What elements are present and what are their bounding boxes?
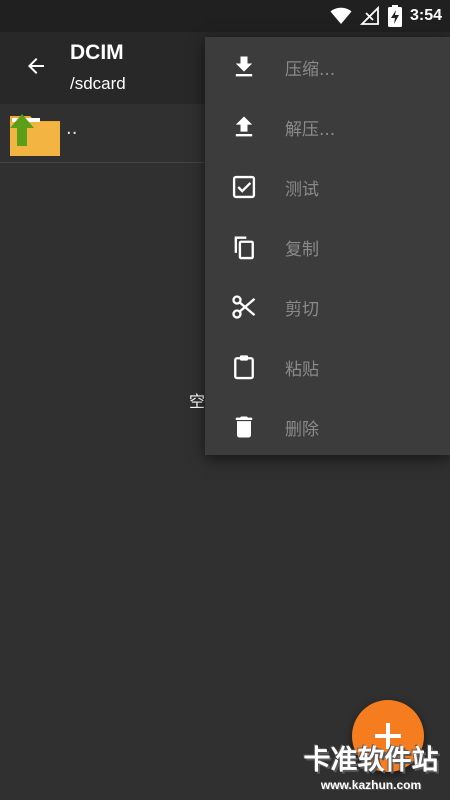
trash-icon	[235, 416, 253, 438]
toolbar-title: DCIM	[70, 41, 124, 64]
empty-state-text: 空	[189, 392, 206, 411]
watermark-url: www.kazhun.com	[320, 778, 422, 792]
watermark-title: 卡准软件站	[303, 745, 439, 776]
menu-item-paste[interactable]: 粘贴	[205, 337, 450, 397]
menu-item-test[interactable]: 测试	[205, 157, 450, 217]
clipboard-icon	[234, 355, 254, 380]
checkbox-icon	[232, 175, 256, 199]
context-menu: 压缩... 解压... 测试 复制 剪切 粘贴 删除	[205, 37, 450, 455]
menu-item-extract[interactable]: 解压...	[205, 97, 450, 157]
menu-item-delete[interactable]: 删除	[205, 397, 450, 457]
status-bar: 3:54	[0, 0, 450, 32]
battery-charging-icon	[387, 5, 402, 27]
screen: 3:54 DCIM /sdcard .. 空 压缩... 解压... 测试 复制…	[0, 0, 450, 800]
status-time: 3:54	[409, 7, 442, 24]
menu-item-label: 剪切	[285, 300, 319, 320]
menu-item-label: 复制	[285, 240, 319, 260]
arrow-left-icon	[28, 58, 44, 74]
back-button[interactable]	[14, 44, 58, 88]
menu-item-copy[interactable]: 复制	[205, 217, 450, 277]
menu-item-label: 压缩...	[285, 60, 336, 80]
status-icons: 3:54	[330, 4, 442, 28]
parent-directory-label: ..	[66, 118, 78, 139]
upload-icon	[235, 116, 253, 137]
copy-icon	[234, 236, 254, 260]
watermark: 卡准软件站 www.kazhun.com	[296, 745, 446, 793]
menu-item-label: 粘贴	[285, 360, 319, 380]
folder-up-icon	[10, 114, 60, 156]
signal-off-icon	[359, 6, 379, 25]
menu-item-compress[interactable]: 压缩...	[205, 37, 450, 97]
download-icon	[235, 56, 253, 77]
menu-item-label: 测试	[285, 180, 319, 200]
menu-item-label: 删除	[285, 420, 319, 440]
scissors-icon	[232, 295, 256, 319]
menu-item-cut[interactable]: 剪切	[205, 277, 450, 337]
toolbar-subtitle: /sdcard	[70, 74, 126, 93]
wifi-icon	[330, 7, 352, 24]
menu-item-label: 解压...	[285, 120, 336, 140]
